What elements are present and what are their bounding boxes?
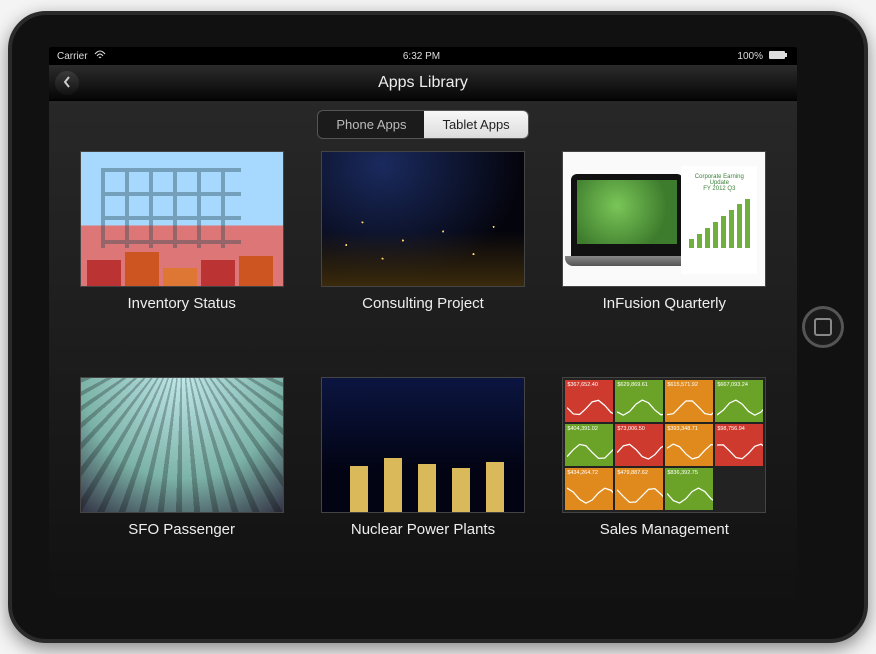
dashboard-tile: $98,756.94 (715, 424, 763, 466)
sparkline-icon (667, 439, 713, 464)
laptop-screen-image (577, 180, 677, 244)
nav-bar: Apps Library (49, 65, 797, 101)
sparkline-icon (717, 395, 763, 420)
chevron-left-icon (63, 76, 71, 91)
dashboard-tile: $629,869.61 (615, 380, 663, 422)
sparkline-icon (567, 439, 613, 464)
app-label: Inventory Status (127, 295, 235, 312)
sparkline-icon (667, 395, 713, 420)
device-screen: Carrier 6:32 PM 100% Apps Libra (49, 47, 797, 607)
mini-bar-chart-icon (689, 198, 750, 248)
dashboard-tile: $836,392.75 (665, 468, 713, 510)
dashboard-tile: $434,264.72 (565, 468, 613, 510)
sparkline-icon (617, 483, 663, 508)
app-card-nuclear-power-plants[interactable]: Nuclear Power Plants (318, 377, 527, 593)
app-thumb (321, 151, 525, 287)
chart-title-line3: FY 2012 Q3 (703, 186, 735, 192)
sparkline-icon (617, 439, 663, 464)
battery-pct: 100% (737, 51, 763, 62)
status-carrier: Carrier (57, 51, 88, 62)
status-bar: Carrier 6:32 PM 100% (49, 47, 797, 65)
sparkline-icon (567, 483, 613, 508)
app-card-inventory-status[interactable]: Inventory Status (77, 151, 286, 367)
app-card-sales-management[interactable]: $367,652.40$629,869.61$615,571.92$667,09… (560, 377, 769, 593)
sparkline-icon (717, 439, 763, 464)
dashboard-tile: $367,652.40 (565, 380, 613, 422)
home-button[interactable] (802, 306, 844, 348)
app-card-infusion-quarterly[interactable]: Corporate Earning Update FY 2012 Q3 InFu… (560, 151, 769, 367)
apps-type-segment: Phone Apps Tablet Apps (317, 110, 528, 139)
app-label: Nuclear Power Plants (351, 521, 495, 538)
dashboard-tile: $615,571.92 (665, 380, 713, 422)
app-label: Consulting Project (362, 295, 484, 312)
page-title: Apps Library (378, 74, 468, 92)
dashboard-empty-tile (715, 468, 763, 510)
app-thumb: Corporate Earning Update FY 2012 Q3 (562, 151, 766, 287)
dashboard-tile: $404,391.02 (565, 424, 613, 466)
app-label: Sales Management (600, 521, 729, 538)
laptop-side-chart: Corporate Earning Update FY 2012 Q3 (681, 166, 757, 274)
status-time: 6:32 PM (403, 51, 440, 62)
wifi-icon (94, 50, 106, 63)
segment-phone-apps[interactable]: Phone Apps (318, 111, 424, 138)
ipad-frame: Carrier 6:32 PM 100% Apps Libra (8, 11, 868, 643)
dashboard-tile: $393,348.71 (665, 424, 713, 466)
apps-gallery: Inventory Status Consulting Project Corp… (49, 147, 797, 607)
segment-toolbar: Phone Apps Tablet Apps (49, 101, 797, 147)
dashboard-tile: $73,006.50 (615, 424, 663, 466)
dashboard-tile: $479,887.62 (615, 468, 663, 510)
segment-tablet-apps[interactable]: Tablet Apps (424, 111, 527, 138)
app-thumb (321, 377, 525, 513)
app-card-sfo-passenger[interactable]: SFO Passenger (77, 377, 286, 593)
sparkline-icon (567, 395, 613, 420)
sparkline-icon (667, 483, 713, 508)
app-label: InFusion Quarterly (603, 295, 726, 312)
dashboard-tile: $667,093.24 (715, 380, 763, 422)
app-thumb (80, 151, 284, 287)
battery-full-icon (769, 50, 789, 63)
app-thumb: $367,652.40$629,869.61$615,571.92$667,09… (562, 377, 766, 513)
app-card-consulting-project[interactable]: Consulting Project (318, 151, 527, 367)
app-label: SFO Passenger (128, 521, 235, 538)
app-thumb (80, 377, 284, 513)
sparkline-icon (617, 395, 663, 420)
back-button[interactable] (55, 71, 79, 95)
